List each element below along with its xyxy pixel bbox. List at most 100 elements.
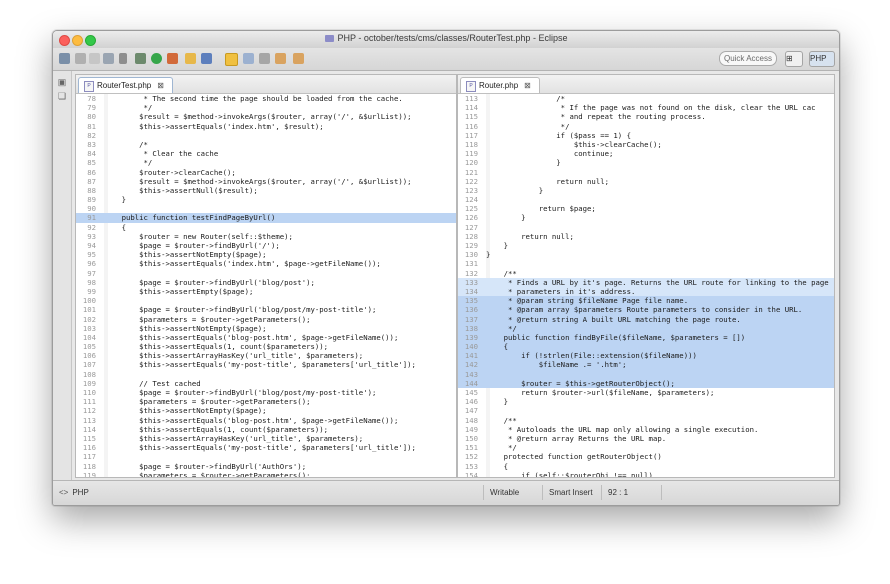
code-line[interactable]: 92 { [76, 223, 456, 232]
code-line[interactable]: 111 $parameters = $router->getParameters… [76, 397, 456, 406]
code-line[interactable]: 81 $this->assertEquals('index.htm', $res… [76, 122, 456, 131]
code-line[interactable]: 112 $this->assertNotEmpty($page); [76, 406, 456, 415]
code-line[interactable]: 145 return $router->url($fileName, $para… [458, 388, 834, 397]
code-line[interactable]: 143 [458, 369, 834, 379]
code-line[interactable]: 116 $this->assertEquals('my-post-title',… [76, 443, 456, 452]
code-line[interactable]: 115 * and repeat the routing process. [458, 112, 834, 121]
open-type-icon[interactable] [201, 53, 212, 64]
routertest-editor[interactable]: P RouterTest.php ⊠ 78 * The second time t… [75, 74, 457, 478]
skip-breakpoints-icon[interactable] [119, 53, 127, 64]
code-line[interactable]: 125 return $page; [458, 204, 834, 213]
code-line[interactable]: 148 /** [458, 416, 834, 425]
code-line[interactable]: 78 * The second time the page should be … [76, 94, 456, 103]
code-line[interactable]: 118 $this->clearCache(); [458, 140, 834, 149]
code-line[interactable]: 88 $this->assertNull($result); [76, 186, 456, 195]
print-icon[interactable] [103, 53, 114, 64]
code-line[interactable]: 86 $router->clearCache(); [76, 168, 456, 177]
code-line[interactable]: 83 /* [76, 140, 456, 149]
code-line[interactable]: 105 $this->assertEquals(1, count($parame… [76, 342, 456, 351]
code-line[interactable]: 97 [76, 269, 456, 278]
code-line[interactable]: 120 } [458, 158, 834, 167]
code-line[interactable]: 106 $this->assertArrayHasKey('url_title'… [76, 351, 456, 360]
code-line[interactable]: 140 { [458, 342, 834, 352]
code-line[interactable]: 93 $router = new Router(self::$theme); [76, 232, 456, 241]
code-line[interactable]: 129 } [458, 241, 834, 250]
forward-icon[interactable] [293, 53, 304, 64]
code-line[interactable]: 107 $this->assertEquals('my-post-title',… [76, 360, 456, 369]
code-line[interactable]: 103 $this->assertNotEmpty($page); [76, 324, 456, 333]
code-line[interactable]: 80 $result = $method->invokeArgs($router… [76, 112, 456, 121]
code-line[interactable]: 141 if (!strlen(File::extension($fileNam… [458, 351, 834, 361]
code-line[interactable]: 101 $page = $router->findByUrl('blog/pos… [76, 305, 456, 314]
code-line[interactable]: 135 * @param string $fileName Page file … [458, 296, 834, 306]
code-line[interactable]: 87 $result = $method->invokeArgs($router… [76, 177, 456, 186]
show-whitespace-icon[interactable] [243, 53, 254, 64]
code-line[interactable]: 136 * @param array $parameters Route par… [458, 305, 834, 315]
code-line[interactable]: 142 $fileName .= '.htm'; [458, 360, 834, 370]
tab-routertest[interactable]: P RouterTest.php ⊠ [78, 77, 173, 93]
code-line[interactable]: 98 $page = $router->findByUrl('blog/post… [76, 278, 456, 287]
code-line[interactable]: 150 * @return array Returns the URL map. [458, 434, 834, 443]
code-line[interactable]: 124 [458, 195, 834, 204]
project-explorer-icon[interactable]: ❏ [57, 91, 67, 101]
php-perspective-button[interactable]: PHP [809, 51, 835, 67]
code-line[interactable]: 79 */ [76, 103, 456, 112]
code-line[interactable]: 109 // Test cached [76, 379, 456, 388]
code-line[interactable]: 100 [76, 296, 456, 305]
restore-view-icon[interactable]: ▣ [57, 77, 67, 87]
code-line[interactable]: 146 } [458, 397, 834, 406]
save-all-icon[interactable] [89, 53, 100, 64]
code-line[interactable]: 149 * Autoloads the URL map only allowin… [458, 425, 834, 434]
code-line[interactable]: 121 [458, 168, 834, 177]
code-line[interactable]: 134 * parameters in it's address. [458, 286, 834, 297]
code-line[interactable]: 138 */ [458, 323, 834, 333]
new-php-project-icon[interactable] [185, 53, 196, 64]
code-line[interactable]: 127 [458, 223, 834, 232]
code-line[interactable]: 90 [76, 204, 456, 213]
code-line[interactable]: 130} [458, 250, 834, 259]
code-line[interactable]: 122 return null; [458, 177, 834, 186]
router-editor[interactable]: P Router.php ⊠ 113 /* 114 * If the page wa… [457, 74, 835, 478]
code-line[interactable]: 117 if ($pass == 1) { [458, 131, 834, 140]
code-line[interactable]: 85 */ [76, 158, 456, 167]
code-line[interactable]: 115 $this->assertArrayHasKey('url_title'… [76, 434, 456, 443]
code-line[interactable]: 108 [76, 370, 456, 379]
code-line[interactable]: 95 $this->assertNotEmpty($page); [76, 250, 456, 259]
close-tab-icon[interactable]: ⊠ [157, 81, 164, 90]
back-icon[interactable] [275, 53, 286, 64]
code-line[interactable]: 96 $this->assertEquals('index.htm', $pag… [76, 259, 456, 268]
code-line[interactable]: 147 [458, 406, 834, 415]
code-line[interactable]: 123 } [458, 186, 834, 195]
code-line[interactable]: 139 public function findByFile($fileName… [458, 332, 834, 343]
code-line[interactable]: 116 */ [458, 122, 834, 131]
code-line[interactable]: 102 $parameters = $router->getParameters… [76, 315, 456, 324]
code-line[interactable]: 128 return null; [458, 232, 834, 241]
code-line[interactable]: 126 } [458, 213, 834, 222]
next-annotation-icon[interactable] [259, 53, 270, 64]
code-line[interactable]: 131 [458, 259, 834, 268]
code-line[interactable]: 119 continue; [458, 149, 834, 158]
code-line[interactable]: 154 if (self::$routerObj !== null) [458, 471, 834, 477]
code-line[interactable]: 91 public function testFindPageByUrl() [76, 213, 456, 223]
code-area[interactable]: 113 /* 114 * If the page was not found on… [458, 94, 834, 477]
code-line[interactable]: 84 * Clear the cache [76, 149, 456, 158]
code-line[interactable]: 114 * If the page was not found on the d… [458, 103, 834, 112]
open-perspective-icon[interactable]: ⊞ [785, 51, 803, 67]
code-line[interactable]: 152 protected function getRouterObject() [458, 452, 834, 461]
code-line[interactable]: 99 $this->assertEmpty($page); [76, 287, 456, 296]
code-line[interactable]: 82 [76, 131, 456, 140]
code-line[interactable]: 113 /* [458, 94, 834, 103]
save-icon[interactable] [75, 53, 86, 64]
code-line[interactable]: 133 * Finds a URL by it's page. Returns … [458, 277, 834, 287]
code-line[interactable]: 94 $page = $router->findByUrl('/'); [76, 241, 456, 250]
code-area[interactable]: 78 * The second time the page should be … [76, 94, 456, 477]
code-line[interactable]: 118 $page = $router->findByUrl('AuthOrs'… [76, 462, 456, 471]
code-line[interactable]: 89 } [76, 195, 456, 204]
external-tools-icon[interactable] [167, 53, 178, 64]
code-line[interactable]: 113 $this->assertEquals('blog-post.htm',… [76, 416, 456, 425]
quick-access-input[interactable]: Quick Access [719, 51, 777, 66]
new-icon[interactable] [59, 53, 70, 64]
tab-router[interactable]: P Router.php ⊠ [460, 77, 540, 93]
code-line[interactable]: 137 * @return string A built URL matchin… [458, 314, 834, 324]
debug-icon[interactable] [135, 53, 146, 64]
